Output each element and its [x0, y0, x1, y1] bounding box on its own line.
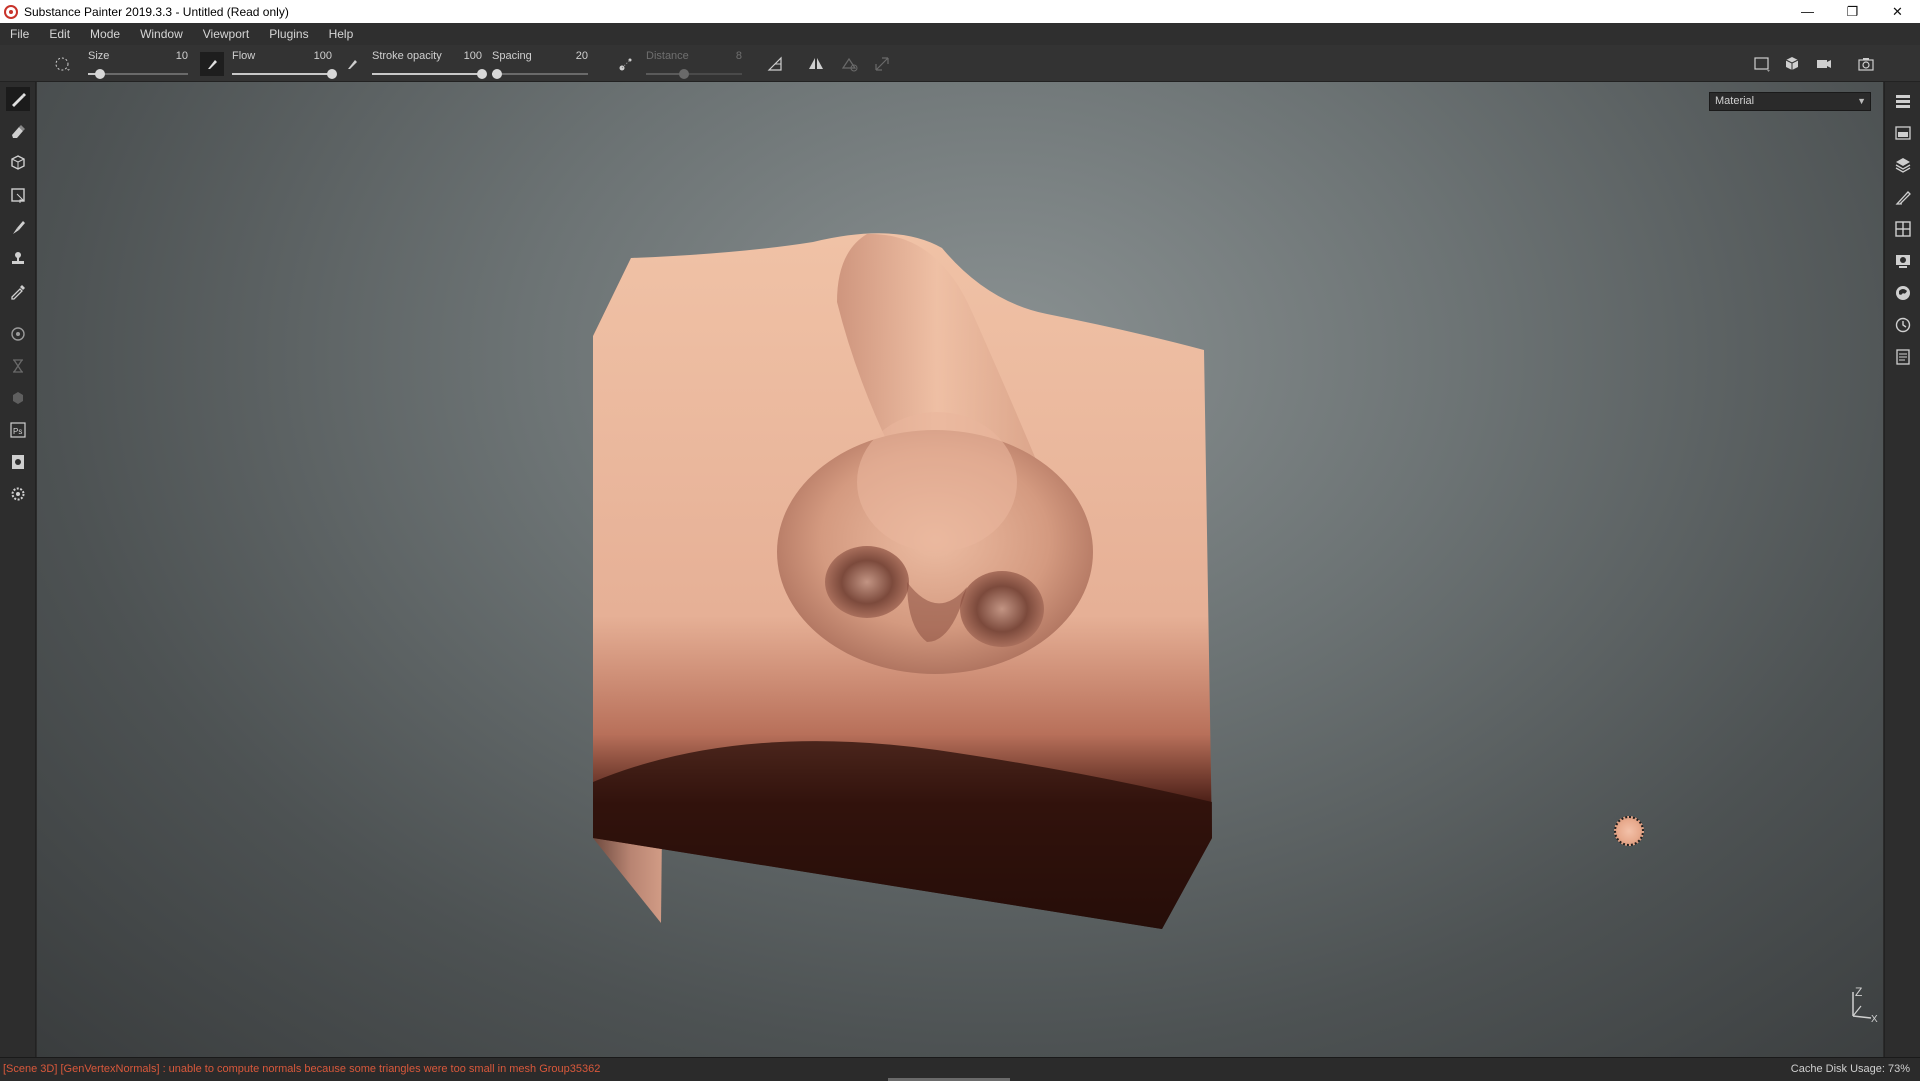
spacing-value[interactable]: 20 [576, 50, 588, 62]
eraser-icon[interactable] [6, 119, 30, 143]
layers-icon[interactable] [1891, 89, 1915, 113]
display-mode-icon[interactable] [1782, 54, 1802, 74]
status-error-message[interactable]: [Scene 3D] [GenVertexNormals] : unable t… [3, 1063, 600, 1075]
menu-bar: File Edit Mode Window Viewport Plugins H… [0, 23, 1920, 45]
nose-mesh-model[interactable] [37, 82, 1883, 1057]
distance-value[interactable]: 8 [736, 50, 742, 62]
size-label: Size [88, 50, 110, 62]
stroke-opacity-label: Stroke opacity [372, 50, 442, 62]
menu-window[interactable]: Window [130, 23, 193, 45]
mesh-icon[interactable] [6, 386, 30, 410]
menu-mode[interactable]: Mode [80, 23, 130, 45]
distance-track[interactable] [646, 69, 742, 79]
shelf-icon[interactable] [1891, 281, 1915, 305]
properties-icon[interactable] [1891, 185, 1915, 209]
menu-viewport[interactable]: Viewport [193, 23, 259, 45]
shader-settings-icon[interactable] [1891, 249, 1915, 273]
log-icon[interactable] [1891, 345, 1915, 369]
paint-brush-icon[interactable] [6, 87, 30, 111]
polygon-fill-icon[interactable] [6, 183, 30, 207]
menu-help[interactable]: Help [319, 23, 364, 45]
spacing-track[interactable] [491, 69, 588, 79]
stroke-opacity-knob[interactable] [477, 69, 487, 79]
iray-icon[interactable] [6, 354, 30, 378]
texture-set-list-icon[interactable] [1891, 121, 1915, 145]
texture-set-settings-icon[interactable] [1891, 153, 1915, 177]
status-bar: [Scene 3D] [GenVertexNormals] : unable t… [0, 1057, 1920, 1081]
menu-file[interactable]: File [0, 23, 39, 45]
projection-icon[interactable] [6, 151, 30, 175]
window-title: Substance Painter 2019.3.3 - Untitled (R… [24, 4, 289, 19]
snap-icon[interactable] [840, 54, 860, 74]
smudge-icon[interactable] [6, 215, 30, 239]
color-picker-icon[interactable] [6, 279, 30, 303]
symmetry-icon[interactable] [766, 54, 786, 74]
alpha-icon[interactable] [200, 52, 224, 76]
minimize-button[interactable]: — [1785, 0, 1830, 23]
spacing-label: Spacing [492, 50, 532, 62]
axis-gizmo: Z X [1847, 984, 1883, 1025]
distance-label: Distance [646, 50, 689, 62]
screenshot-icon[interactable] [1856, 54, 1876, 74]
lazy-mouse-icon[interactable] [616, 54, 636, 74]
cache-disk-usage: Cache Disk Usage: 73% [1790, 1063, 1910, 1075]
flow-track[interactable] [232, 69, 337, 79]
flow-slider[interactable]: Flow 100 [232, 47, 337, 81]
size-track[interactable] [88, 69, 188, 79]
title-bar: Substance Painter 2019.3.3 - Untitled (R… [0, 0, 1920, 23]
substance-painter-logo-icon [4, 4, 18, 19]
distance-knob[interactable] [679, 69, 690, 79]
history-icon[interactable] [1891, 313, 1915, 337]
settings-icon[interactable] [6, 482, 30, 506]
axis-x-label: X [1871, 1014, 1878, 1024]
menu-plugins[interactable]: Plugins [259, 23, 318, 45]
bake-icon[interactable] [6, 322, 30, 346]
spacing-knob[interactable] [491, 69, 502, 79]
export-icon[interactable] [6, 450, 30, 474]
3d-viewport[interactable]: Material ▼ Z X [37, 82, 1883, 1057]
close-button[interactable]: ✕ [1875, 0, 1920, 23]
transform-icon[interactable] [872, 54, 892, 74]
photoshop-icon[interactable]: Ps [6, 418, 30, 442]
mirror-icon[interactable] [806, 54, 826, 74]
brush-cursor [1614, 816, 1644, 846]
panel-shelf [1884, 82, 1920, 1057]
stroke-opacity-slider[interactable]: Stroke opacity 100 [372, 47, 487, 81]
flow-knob[interactable] [327, 69, 337, 79]
clone-stamp-icon[interactable] [6, 247, 30, 271]
svg-text:Ps: Ps [13, 427, 22, 436]
spacing-slider[interactable]: Spacing 20 [491, 47, 588, 81]
display-settings-icon[interactable] [1891, 217, 1915, 241]
flow-label: Flow [232, 50, 256, 62]
tool-properties-bar: Size 10 Flow 100 Stroke opacity 100 Spac… [0, 45, 1920, 82]
pen-pressure-icon[interactable] [342, 54, 362, 74]
menu-edit[interactable]: Edit [39, 23, 80, 45]
size-knob[interactable] [95, 69, 105, 79]
camera-icon[interactable] [1814, 54, 1834, 74]
size-slider[interactable]: Size 10 [88, 47, 188, 81]
stroke-opacity-fill [372, 73, 482, 75]
tool-shelf: Ps [0, 82, 36, 1057]
viewport-2d-3d-icon[interactable] [1752, 54, 1772, 74]
flow-fill [232, 73, 332, 75]
distance-slider[interactable]: Distance 8 [646, 47, 742, 81]
restore-button[interactable]: ❐ [1830, 0, 1875, 23]
stroke-opacity-track[interactable] [372, 69, 487, 79]
brush-shape-icon[interactable] [52, 54, 72, 74]
size-value[interactable]: 10 [176, 50, 188, 62]
flow-value[interactable]: 100 [314, 50, 332, 62]
axis-z-label: Z [1855, 985, 1862, 999]
stroke-opacity-value[interactable]: 100 [464, 50, 482, 62]
